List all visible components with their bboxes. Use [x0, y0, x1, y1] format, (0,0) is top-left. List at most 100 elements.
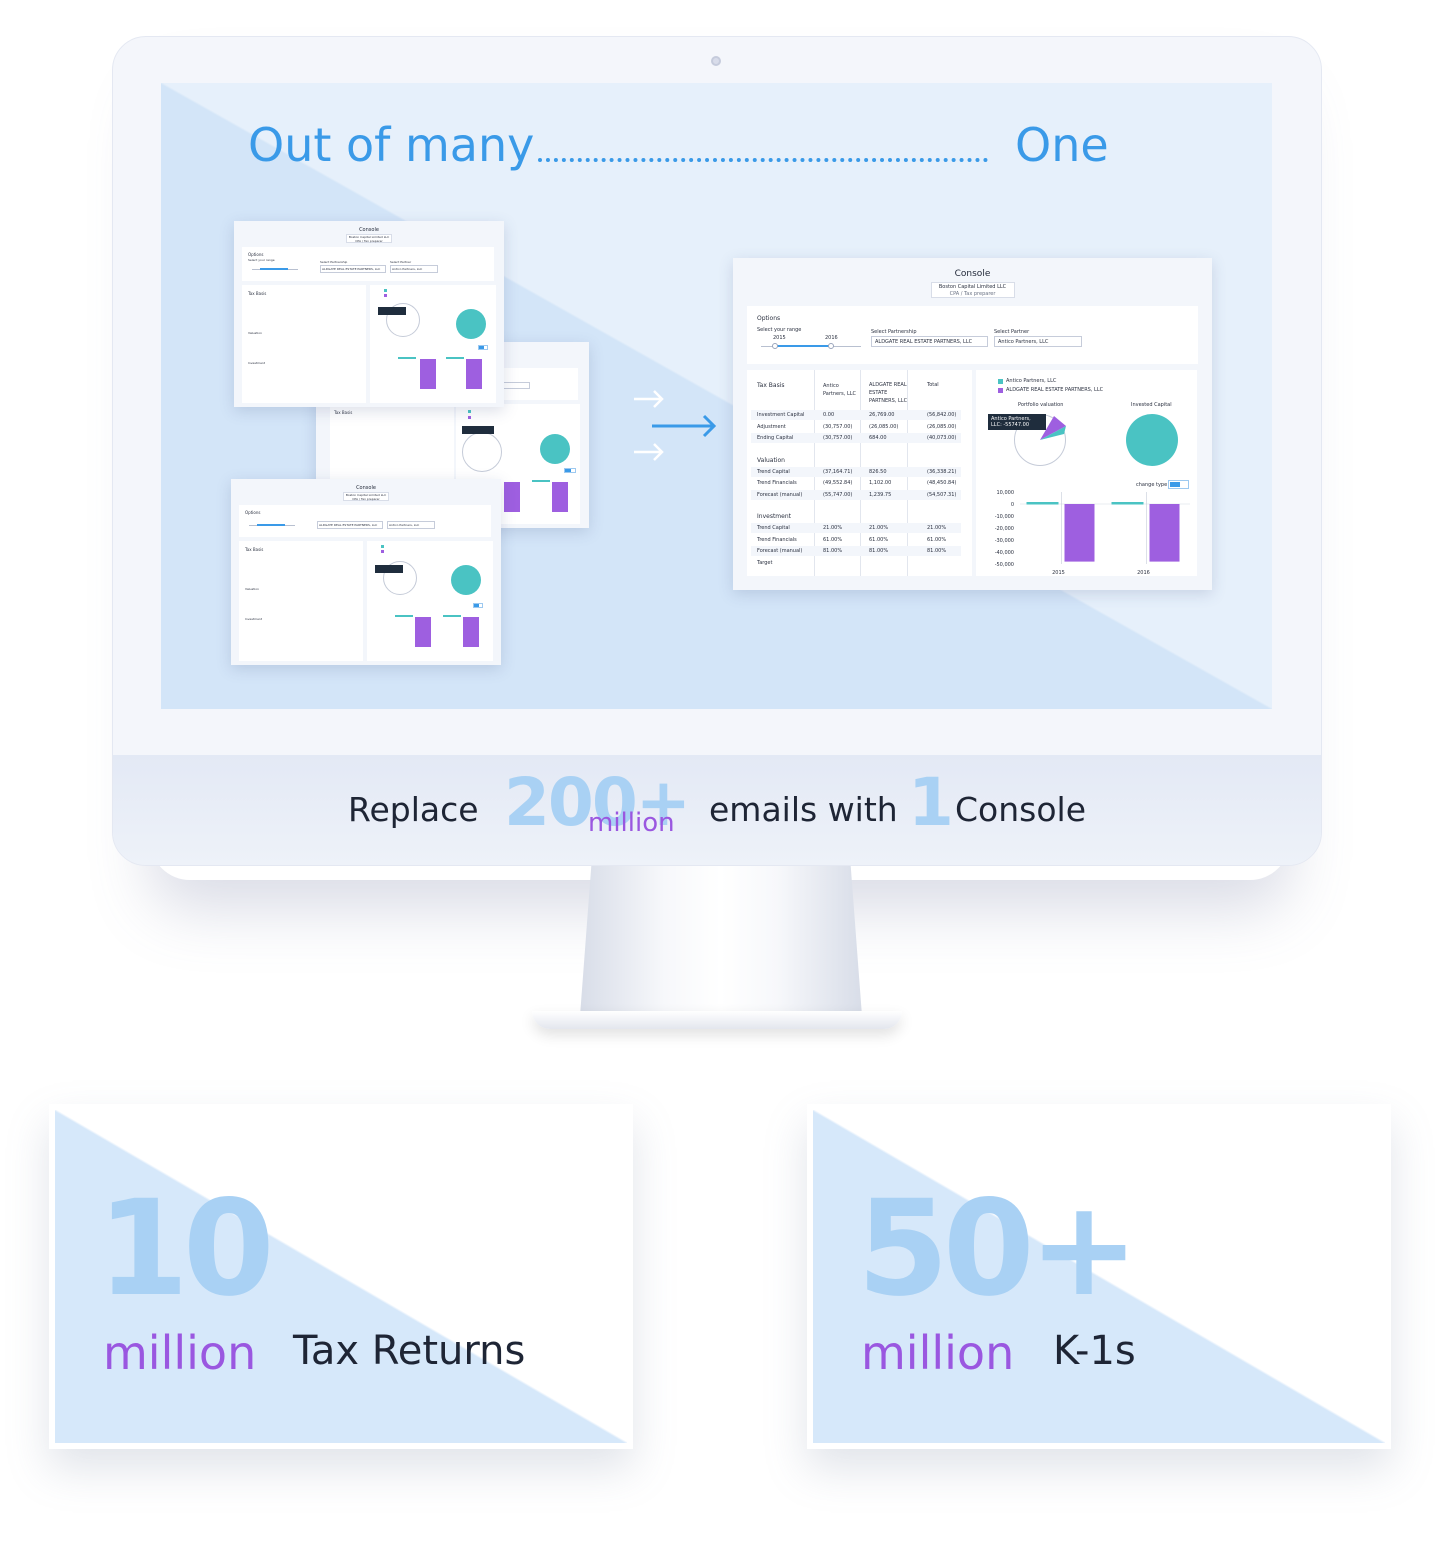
table-cell: Forecast (manual) [757, 548, 803, 554]
table-cell: (30,757.00) [823, 423, 853, 430]
range-end-handle[interactable] [828, 343, 834, 349]
table-cell: 1,102.00 [869, 480, 892, 486]
table-card: Tax Basis Valuation Investment [239, 541, 363, 661]
headline-dotted-line [538, 158, 988, 162]
table-header: Total [927, 382, 939, 388]
table-cell: 826.50 [869, 468, 887, 475]
table-cell: (30,757.00) [823, 435, 853, 441]
table-header: Antico Partners, LLC [823, 383, 857, 397]
monitor-stand-neck [580, 866, 862, 1016]
table-section-title: Valuation [757, 456, 785, 464]
console-title: Console [954, 269, 991, 279]
stat-unit: million [861, 1326, 1015, 1380]
table-cell: Trend Financials [757, 536, 797, 543]
table-cell: 21.00% [927, 525, 947, 531]
stat-card-k1s: 50+ million K-1s [807, 1104, 1391, 1449]
y-tick-label: -10,000 [995, 514, 1014, 520]
headline-left: Out of many [248, 118, 535, 172]
replace-one: 1 [908, 764, 954, 841]
replace-middle: emails with [709, 790, 898, 829]
arrow-icon [652, 414, 717, 438]
series-marker [1111, 502, 1144, 505]
chart-card [370, 285, 496, 403]
table-cell: 21.00% [869, 525, 889, 531]
stat-unit: million [103, 1326, 257, 1380]
legend-item: ALDGATE REAL ESTATE PARTNERS, LLC [1006, 387, 1104, 393]
headline-right: One [1015, 118, 1109, 172]
table-cell: (55,747.00) [823, 491, 853, 498]
legend-swatch [998, 388, 1003, 393]
table-cell: (26,085.00) [869, 423, 899, 430]
partner-label: Select Partner [994, 329, 1030, 335]
account-select[interactable]: Boston Capital Limited LLC CPA / Tax prep… [930, 282, 1015, 298]
table-cell: Trend Financials [757, 480, 797, 486]
arrow-icon [634, 443, 664, 461]
table-cell: 61.00% [823, 536, 843, 543]
console-thumbnail-top: Console Boston Capital Limited LLC CPA / … [234, 221, 504, 407]
range-start: 2015 [773, 335, 786, 341]
stat-label: K-1s [1053, 1328, 1136, 1374]
options-label: Options [757, 315, 781, 322]
table-cell: Investment Capital [757, 412, 805, 418]
partner-select[interactable]: Antico Partners, LLC [994, 336, 1082, 347]
table-cell: 1,239.75 [869, 491, 892, 498]
table-cell: (37,164.71) [823, 468, 853, 475]
x-tick-label: 2016 [1137, 570, 1150, 576]
table-cell: Adjustment [757, 423, 786, 430]
account-chip: Boston Capital Limited LLC CPA / Tax prep… [343, 492, 389, 501]
pie-tooltip: Antico Partners, LLC: -55747.00 [988, 414, 1046, 430]
table-cell: 61.00% [927, 536, 947, 543]
table-cell: (56,842.00) [927, 412, 957, 418]
table-cell: 81.00% [823, 548, 843, 554]
table-cell: 21.00% [823, 525, 843, 531]
range-slider[interactable] [775, 345, 831, 347]
series-marker [1026, 502, 1059, 505]
replace-prefix: Replace [348, 790, 479, 829]
y-tick-label: 10,000 [997, 490, 1015, 496]
table-cell: Ending Capital [757, 435, 794, 441]
table-header: ALDGATE REAL ESTATE PARTNERS, LLC [869, 382, 908, 404]
table-cell: 81.00% [927, 548, 947, 554]
arrow-icon [634, 390, 664, 408]
table-cell: (36,338.21) [927, 468, 957, 475]
camera-icon [711, 56, 721, 66]
table-cell: 81.00% [869, 548, 889, 554]
monitor-stand-base [532, 1011, 902, 1029]
table-cell: 0.00 [823, 412, 835, 418]
table-cell: Forecast (manual) [757, 491, 803, 498]
invested-capital-circle [1126, 414, 1178, 466]
table-cell: 26,769.00 [869, 412, 895, 418]
table-card: Tax Basis Valuation Investment [242, 285, 366, 403]
table-section-title: Investment [757, 513, 791, 520]
stat-number: 10 [97, 1172, 275, 1326]
bar [1149, 504, 1180, 562]
portfolio-label: Portfolio valuation [1018, 402, 1064, 408]
stat-card-tax-returns: 10 million Tax Returns [49, 1104, 633, 1449]
x-tick-label: 2015 [1052, 570, 1065, 576]
table-cell: (48,450.84) [927, 480, 957, 486]
console-thumbnail-bottom: Console Boston Capital Limited LLC CPA / … [231, 479, 501, 665]
table-cell: Trend Capital [757, 525, 790, 531]
replace-headline: Replace 200+ million emails with 1 Conso… [0, 764, 1442, 848]
table-cell: (26,085.00) [927, 423, 957, 430]
tax-basis-table: Tax Basis Antico Partners, LLC ALDGATE R… [747, 370, 972, 576]
replace-unit: million [588, 808, 675, 838]
y-tick-label: 0 [1011, 502, 1014, 508]
chart-card [367, 541, 493, 661]
table-header: Tax Basis [757, 382, 785, 389]
y-tick-label: -40,000 [995, 550, 1014, 556]
range-end: 2016 [825, 335, 838, 341]
legend-item: Antico Partners, LLC [1006, 378, 1057, 384]
table-cell: (49,552.84) [823, 480, 853, 486]
table-cell: 61.00% [869, 536, 889, 543]
partnership-select[interactable]: ALDGATE REAL ESTATE PARTNERS, LLC [871, 336, 988, 347]
options-card: Options Select your range 2015 2016 Sele… [747, 306, 1198, 364]
stat-number: 50+ [857, 1172, 1139, 1326]
account-chip: Boston Capital Limited LLC CPA / Tax prep… [346, 234, 392, 243]
bar [1064, 504, 1095, 562]
range-start-handle[interactable] [772, 343, 778, 349]
options-card: Options ALDGATE REAL ESTATE PARTNERS, LL… [239, 505, 491, 537]
range-label: Select your range [757, 327, 802, 333]
invested-label: Invested Capital [1131, 402, 1172, 408]
table-cell: (54,507.31) [927, 491, 957, 498]
